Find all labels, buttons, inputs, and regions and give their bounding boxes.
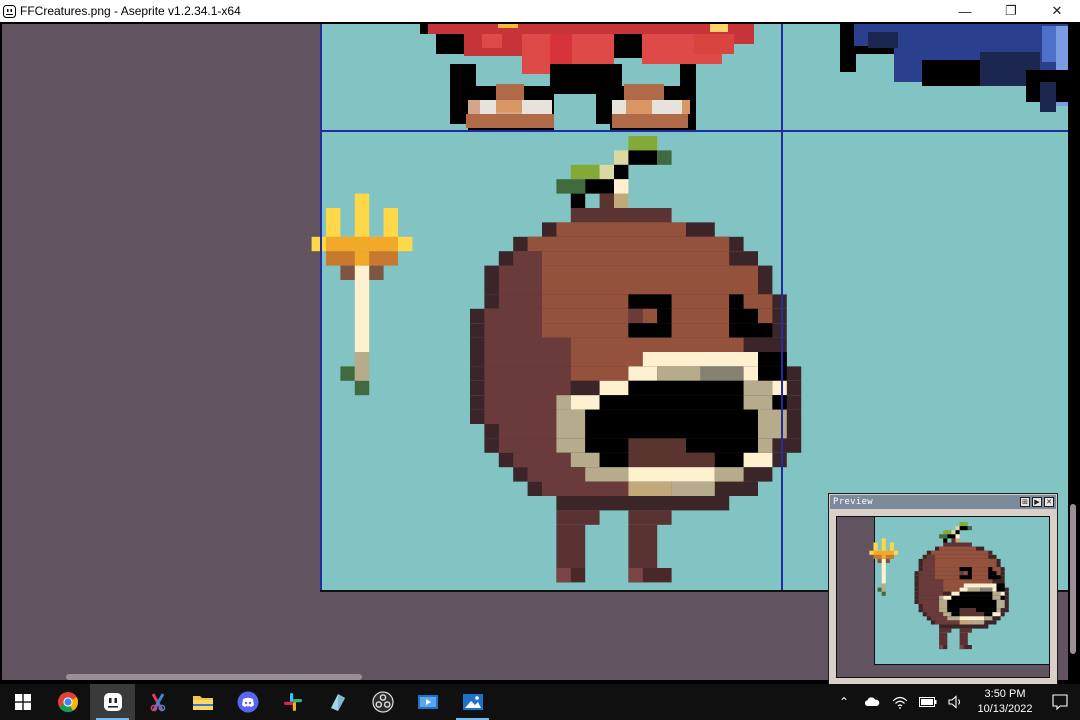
start-button[interactable]: [0, 684, 45, 720]
taskbar-chrome[interactable]: [45, 684, 90, 720]
minimize-button[interactable]: —: [942, 0, 988, 22]
taskbar-slack[interactable]: [270, 684, 315, 720]
aseprite-app-icon: [3, 4, 16, 18]
taskbar-file-explorer[interactable]: [180, 684, 225, 720]
restore-icon: ❐: [1005, 3, 1017, 18]
taskbar-aseprite[interactable]: [90, 684, 135, 720]
vertical-scrollbar[interactable]: [1068, 24, 1078, 680]
window-titlebar: FFCreatures.png - Aseprite v1.2.34.1-x64…: [0, 0, 1080, 22]
preview-titlebar[interactable]: Preview ⊞ ▶ ✕: [830, 495, 1056, 509]
blue-creature-part: [1040, 82, 1056, 112]
preview-window[interactable]: Preview ⊞ ▶ ✕: [828, 493, 1058, 685]
grid-line-horizontal: [320, 130, 1068, 132]
discord-icon: [237, 691, 258, 713]
battery-icon: [919, 697, 937, 707]
close-icon: ✕: [1051, 3, 1063, 18]
aseprite-workspace: Preview ⊞ ▶ ✕: [0, 22, 1080, 685]
blue-creature-part: [868, 32, 898, 48]
top-creature-foot: [466, 114, 554, 128]
top-creature-part: [572, 34, 614, 68]
photos-icon: [462, 694, 483, 710]
blue-creature-part: [1042, 26, 1056, 62]
top-creature-foot: [652, 100, 682, 114]
grid-line-vertical: [320, 24, 322, 592]
top-creature-foot: [522, 100, 552, 116]
top-creature-part: [694, 34, 734, 54]
taskbar-photos[interactable]: [450, 684, 495, 720]
chrome-icon: [57, 692, 78, 713]
preview-canvas: [836, 516, 1050, 678]
center-icon: ⊞: [1022, 498, 1028, 506]
taskbar-obs[interactable]: [360, 684, 405, 720]
taskbar-typora[interactable]: [315, 684, 360, 720]
windows-taskbar: ⌃ 3:50 PM 10/13/2022: [0, 684, 1080, 720]
top-creature-leg: [550, 64, 600, 94]
wifi-icon: [892, 696, 908, 709]
top-creature-foot: [496, 84, 524, 102]
clock-date: 10/13/2022: [977, 703, 1033, 715]
preview-title: Preview: [833, 497, 874, 507]
top-creature-foot: [480, 100, 496, 114]
snip-sketch-icon: [150, 693, 165, 712]
movies-tv-icon: [417, 695, 438, 709]
slack-icon: [283, 693, 302, 711]
close-button[interactable]: ✕: [1034, 0, 1080, 22]
top-creature-part: [498, 24, 518, 28]
preview-edge: [874, 517, 875, 665]
clock-time: 3:50 PM: [984, 688, 1026, 700]
taskbar-clock[interactable]: 3:50 PM 10/13/2022: [970, 687, 1040, 717]
speaker-icon: [948, 695, 961, 709]
top-creature-foot: [496, 100, 526, 112]
chevron-up-icon: ⌃: [838, 695, 850, 709]
show-hidden-icons-button[interactable]: ⌃: [830, 684, 858, 720]
preview-play-button[interactable]: ▶: [1032, 497, 1042, 507]
aseprite-icon: [103, 693, 122, 711]
vertical-scroll-thumb[interactable]: [1070, 504, 1076, 654]
preview-center-button[interactable]: ⊞: [1020, 497, 1030, 507]
folder-icon: [192, 696, 213, 710]
volume-button[interactable]: [942, 684, 970, 720]
horizontal-scroll-thumb[interactable]: [66, 674, 362, 680]
grid-line-vertical: [781, 24, 783, 592]
obs-icon: [371, 691, 394, 713]
restore-button[interactable]: ❐: [988, 0, 1034, 22]
play-icon: ▶: [1034, 498, 1040, 506]
blue-creature-part: [922, 60, 982, 86]
preview-close-button[interactable]: ✕: [1044, 497, 1054, 507]
blue-creature-part: [840, 52, 856, 72]
window-title: FFCreatures.png - Aseprite v1.2.34.1-x64: [20, 4, 241, 18]
minimize-icon: —: [958, 3, 972, 19]
system-tray: ⌃ 3:50 PM 10/13/2022: [830, 684, 1080, 720]
preview-edge: [874, 664, 1049, 665]
windows-logo-icon: [14, 694, 31, 710]
top-creature-foot: [624, 84, 664, 102]
top-creature-foot: [612, 114, 688, 128]
action-center-button[interactable]: [1040, 684, 1080, 720]
taskbar-snip-sketch[interactable]: [135, 684, 180, 720]
top-creature-part: [710, 24, 728, 32]
top-creature-foot: [612, 100, 626, 114]
top-creature-part: [482, 34, 502, 48]
onedrive-button[interactable]: [858, 684, 886, 720]
taskbar-discord[interactable]: [225, 684, 270, 720]
typora-icon: [330, 694, 345, 711]
close-icon: ✕: [1046, 498, 1052, 506]
cloud-icon: [864, 697, 880, 706]
wifi-button[interactable]: [886, 684, 914, 720]
top-creature-part: [420, 24, 428, 34]
battery-button[interactable]: [914, 684, 942, 720]
notification-icon: [1052, 694, 1068, 710]
preview-sprite-image: [869, 517, 1049, 665]
taskbar-movies-tv[interactable]: [405, 684, 450, 720]
